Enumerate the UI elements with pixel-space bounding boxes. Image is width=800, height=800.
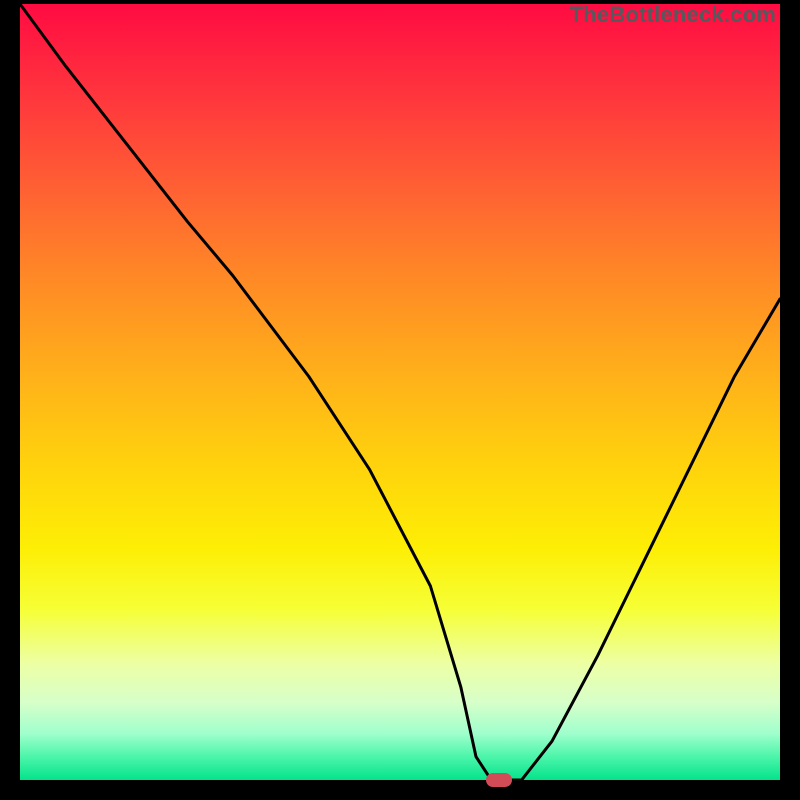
watermark-text: TheBottleneck.com: [570, 2, 776, 28]
optimal-marker: [486, 773, 512, 787]
bottleneck-curve: [20, 4, 780, 780]
plot-area: [20, 4, 780, 780]
chart-frame: TheBottleneck.com: [0, 0, 800, 800]
